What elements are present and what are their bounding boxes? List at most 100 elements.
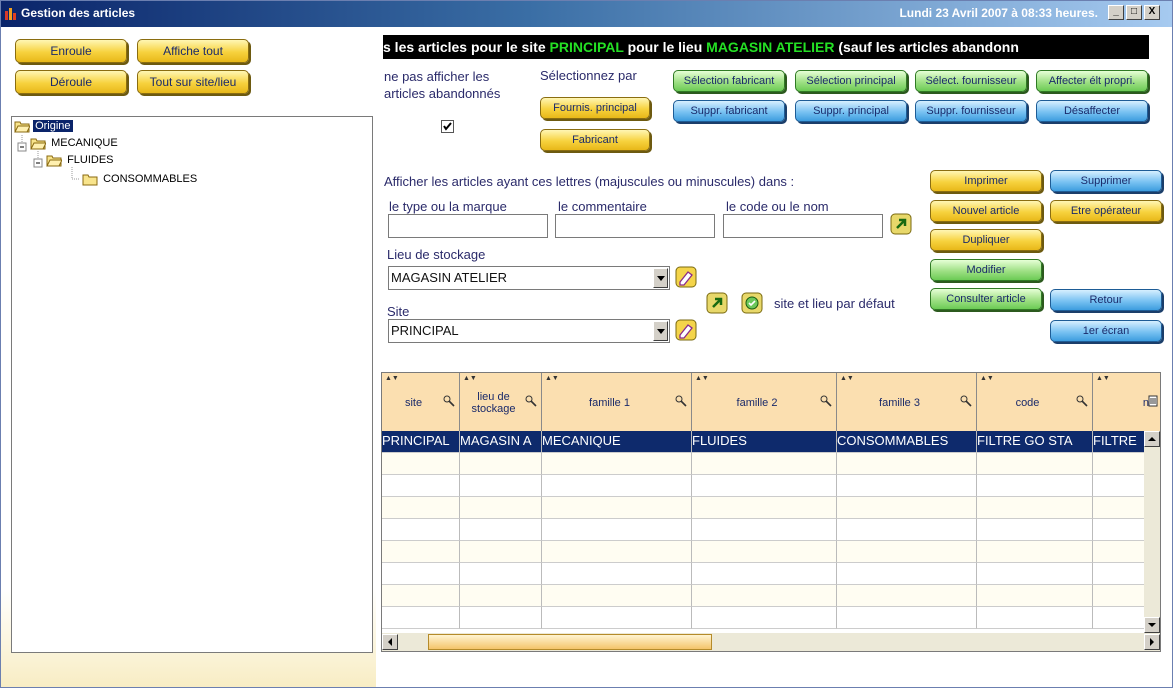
col-header-label: famille 2 — [736, 396, 778, 409]
search-icon[interactable] — [960, 395, 972, 407]
sort-icon: ▲▼ — [840, 375, 854, 382]
scroll-down-button[interactable] — [1144, 617, 1160, 633]
tree-node-fluides[interactable]: FLUIDES — [46, 152, 116, 168]
selection-fabricant-button[interactable]: Sélection fabricant — [673, 70, 785, 92]
sort-icon: ▲▼ — [385, 375, 399, 382]
col-header-famille1[interactable]: ▲▼ famille 1 — [542, 373, 692, 433]
scroll-left-button[interactable] — [382, 634, 398, 650]
chevron-down-icon[interactable] — [653, 268, 668, 288]
table-row[interactable]: PRINCIPAL MAGASIN A MECANIQUE FLUIDES CO… — [382, 431, 1160, 453]
sort-icon: ▲▼ — [1096, 375, 1110, 382]
arrow-right-icon — [1150, 638, 1154, 646]
premier-ecran-button[interactable]: 1er écran — [1050, 320, 1162, 342]
category-tree[interactable]: Origine MECANIQUE FLUIDES CONSOMMABLES — [11, 116, 373, 653]
enroule-button[interactable]: Enroule — [15, 39, 127, 63]
table-row-empty[interactable] — [382, 585, 1160, 607]
col-header-famille3[interactable]: ▲▼ famille 3 — [837, 373, 977, 433]
table-row-empty[interactable] — [382, 541, 1160, 563]
scroll-right-button[interactable] — [1144, 634, 1160, 650]
eraser-icon[interactable] — [675, 319, 697, 341]
open-folder-icon — [46, 155, 62, 167]
banner-text: pour le lieu — [623, 39, 707, 55]
imprimer-button[interactable]: Imprimer — [930, 170, 1042, 192]
abandon-checkbox[interactable] — [441, 120, 454, 133]
col-header-label: lieu de stockage — [471, 390, 516, 415]
tree-node-origine[interactable]: Origine — [14, 118, 73, 134]
site-select[interactable]: PRINCIPAL — [388, 319, 670, 343]
code-nom-label: le code ou le nom — [726, 199, 829, 214]
retour-button[interactable]: Retour — [1050, 289, 1162, 311]
scroll-up-button[interactable] — [1144, 431, 1160, 447]
chevron-down-icon[interactable] — [653, 321, 668, 341]
tree-node-label: FLUIDES — [67, 154, 114, 167]
table-row-empty[interactable] — [382, 563, 1160, 585]
col-header-code[interactable]: ▲▼ code — [977, 373, 1093, 433]
affiche-tout-button[interactable]: Affiche tout — [137, 39, 249, 63]
selection-principal-button[interactable]: Sélection principal — [795, 70, 907, 92]
window-title: Gestion des articles — [21, 6, 136, 20]
table-row-empty[interactable] — [382, 607, 1160, 629]
suppr-fabricant-button[interactable]: Suppr. fabricant — [673, 100, 785, 122]
col-header-lieu[interactable]: ▲▼ lieu de stockage — [460, 373, 542, 433]
save-defaults-icon[interactable] — [741, 292, 763, 314]
col-header-nom[interactable]: ▲▼ n — [1093, 373, 1160, 433]
search-icon[interactable] — [675, 395, 687, 407]
datetime-display: Lundi 23 Avril 2007 à 08:33 heures. — [899, 6, 1098, 20]
minimize-button[interactable]: _ — [1108, 5, 1124, 20]
folder-icon — [82, 174, 98, 186]
suppr-fournisseur-button[interactable]: Suppr. fournisseur — [915, 100, 1027, 122]
modifier-button[interactable]: Modifier — [930, 259, 1042, 281]
defaults-label: site et lieu par défaut — [774, 296, 895, 311]
deroule-button[interactable]: Déroule — [15, 70, 127, 94]
tree-node-mecanique[interactable]: MECANIQUE — [30, 135, 120, 151]
sort-icon: ▲▼ — [695, 375, 709, 382]
search-icon[interactable] — [820, 395, 832, 407]
affecter-button[interactable]: Affecter élt propri. — [1036, 70, 1148, 92]
dupliquer-button[interactable]: Dupliquer — [930, 229, 1042, 251]
commentaire-label: le commentaire — [558, 199, 647, 214]
apply-defaults-icon[interactable] — [706, 292, 728, 314]
fabricant-button[interactable]: Fabricant — [540, 129, 650, 151]
suppr-principal-button[interactable]: Suppr. principal — [795, 100, 907, 122]
column-chooser-icon[interactable] — [1148, 395, 1158, 407]
code-nom-input[interactable] — [723, 214, 883, 238]
desaffecter-button[interactable]: Désaffecter — [1036, 100, 1148, 122]
etre-operateur-button[interactable]: Etre opérateur — [1050, 200, 1162, 222]
tout-sur-site-button[interactable]: Tout sur site/lieu — [137, 70, 249, 94]
banner-text: s les articles pour le site — [383, 39, 550, 55]
type-marque-input[interactable] — [388, 214, 548, 238]
table-row-empty[interactable] — [382, 453, 1160, 475]
search-icon[interactable] — [525, 395, 537, 407]
col-header-label: code — [1015, 396, 1040, 409]
commentaire-input[interactable] — [555, 214, 715, 238]
search-icon[interactable] — [1076, 395, 1088, 407]
col-header-site[interactable]: ▲▼ site — [382, 373, 460, 433]
tree-node-consommables[interactable]: CONSOMMABLES — [82, 171, 199, 187]
fournis-principal-button[interactable]: Fournis. principal — [540, 97, 650, 119]
arrow-up-icon — [1148, 437, 1156, 441]
banner-lieu: MAGASIN ATELIER — [706, 39, 835, 55]
search-go-icon[interactable] — [890, 213, 912, 235]
arrow-down-icon — [1148, 623, 1156, 627]
lieu-select[interactable]: MAGASIN ATELIER — [388, 266, 670, 290]
search-icon[interactable] — [443, 395, 455, 407]
articles-table[interactable]: ▲▼ site ▲▼ lieu de stockage ▲▼ famille 1… — [381, 372, 1161, 652]
scroll-thumb[interactable] — [428, 634, 712, 650]
table-row-empty[interactable] — [382, 519, 1160, 541]
open-folder-icon — [14, 121, 30, 133]
cell-famille1: MECANIQUE — [542, 431, 692, 453]
horizontal-scrollbar[interactable] — [382, 633, 1160, 651]
table-row-empty[interactable] — [382, 497, 1160, 519]
col-header-famille2[interactable]: ▲▼ famille 2 — [692, 373, 837, 433]
close-button[interactable]: X — [1144, 5, 1160, 20]
arrow-left-icon — [388, 638, 392, 646]
maximize-button[interactable]: □ — [1126, 5, 1142, 20]
lieu-value: MAGASIN ATELIER — [391, 270, 508, 285]
eraser-icon[interactable] — [675, 266, 697, 288]
nouvel-article-button[interactable]: Nouvel article — [930, 200, 1042, 222]
consulter-article-button[interactable]: Consulter article — [930, 288, 1042, 310]
supprimer-button[interactable]: Supprimer — [1050, 170, 1162, 192]
table-row-empty[interactable] — [382, 475, 1160, 497]
selection-fournisseur-button[interactable]: Sélect. fournisseur — [915, 70, 1027, 92]
vertical-scrollbar[interactable] — [1144, 431, 1160, 633]
